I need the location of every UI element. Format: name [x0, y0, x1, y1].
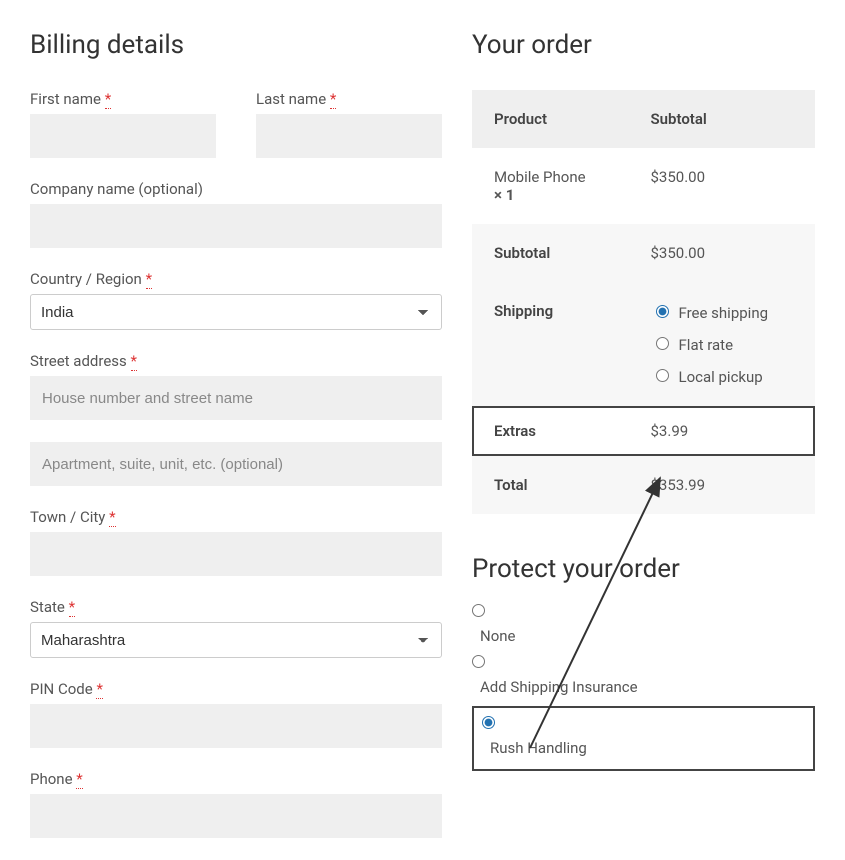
- phone-input[interactable]: [30, 794, 442, 838]
- total-label: Total: [472, 456, 629, 514]
- subtotal-label: Subtotal: [472, 224, 629, 282]
- billing-heading: Billing details: [30, 30, 442, 60]
- first-name-label: First name *: [30, 90, 216, 108]
- last-name-input[interactable]: [256, 114, 442, 158]
- protect-heading: Protect your order: [472, 554, 815, 584]
- company-input[interactable]: [30, 204, 442, 248]
- street-label: Street address *: [30, 352, 442, 370]
- street-input[interactable]: [30, 376, 442, 420]
- order-item: Mobile Phone × 1: [472, 148, 629, 224]
- extras-value: $3.99: [629, 406, 816, 456]
- town-label: Town / City *: [30, 508, 442, 526]
- shipping-option[interactable]: Local pickup: [651, 366, 794, 386]
- country-label: Country / Region *: [30, 270, 442, 288]
- total-value: $353.99: [629, 456, 816, 514]
- protect-option[interactable]: Add Shipping Insurance: [472, 655, 815, 696]
- shipping-label: Shipping: [472, 282, 629, 406]
- col-product: Product: [472, 90, 629, 148]
- state-label: State *: [30, 598, 442, 616]
- order-heading: Your order: [472, 30, 815, 60]
- col-subtotal: Subtotal: [629, 90, 816, 148]
- pin-label: PIN Code *: [30, 680, 442, 698]
- first-name-input[interactable]: [30, 114, 216, 158]
- pin-input[interactable]: [30, 704, 442, 748]
- shipping-option[interactable]: Flat rate: [651, 334, 794, 354]
- subtotal-value: $350.00: [629, 224, 816, 282]
- order-table: Product Subtotal Mobile Phone × 1 $350.0…: [472, 90, 815, 514]
- company-label: Company name (optional): [30, 180, 442, 198]
- protect-option-rush[interactable]: Rush Handling: [472, 706, 815, 771]
- extras-label: Extras: [472, 406, 629, 456]
- phone-label: Phone *: [30, 770, 442, 788]
- order-item-price: $350.00: [629, 148, 816, 224]
- state-select[interactable]: Maharashtra: [30, 622, 442, 658]
- apartment-input[interactable]: [30, 442, 442, 486]
- protect-option[interactable]: None: [472, 604, 815, 645]
- shipping-option[interactable]: Free shipping: [651, 302, 794, 322]
- country-select[interactable]: India: [30, 294, 442, 330]
- town-input[interactable]: [30, 532, 442, 576]
- last-name-label: Last name *: [256, 90, 442, 108]
